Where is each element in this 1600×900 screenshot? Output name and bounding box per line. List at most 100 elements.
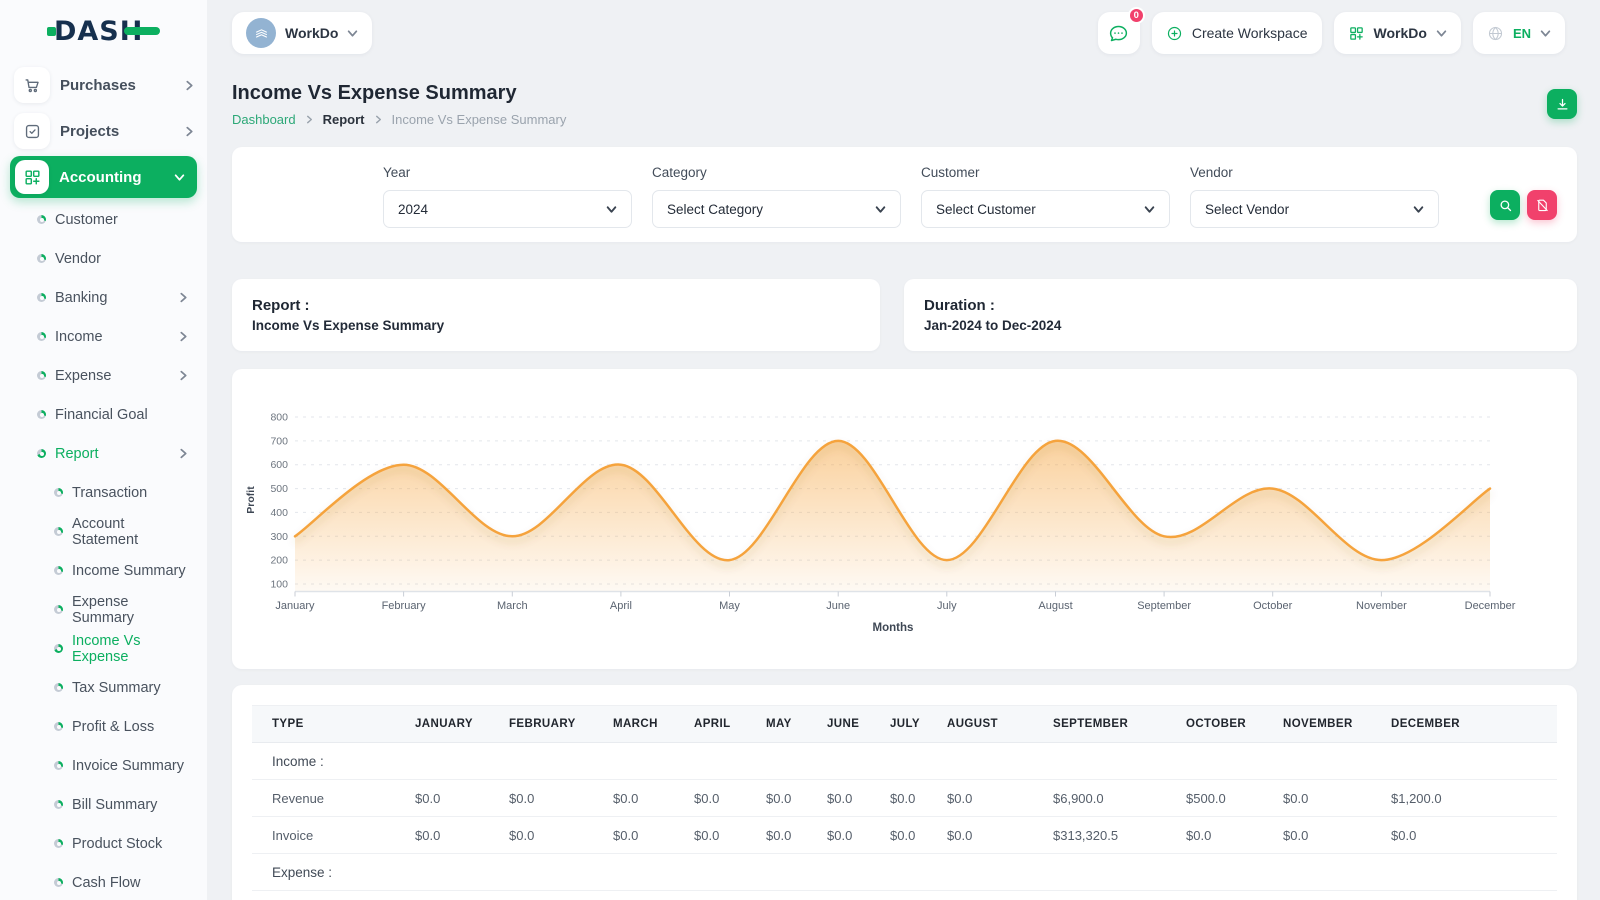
table-cell: $0.0 (827, 780, 890, 817)
table-cell: $1,200.0 (1391, 780, 1557, 817)
download-button[interactable] (1547, 89, 1577, 119)
chevron-right-icon (178, 448, 189, 459)
reset-filter-button[interactable] (1527, 190, 1557, 220)
svg-text:Months: Months (873, 622, 914, 634)
year-select[interactable]: 2024 (383, 190, 632, 228)
download-icon (1555, 97, 1570, 112)
cart-icon (14, 67, 50, 103)
table-cell: $0.0 (509, 780, 613, 817)
bullet-icon (37, 293, 46, 302)
create-workspace-button[interactable]: Create Workspace (1152, 12, 1322, 54)
sidebar-item-income-summary[interactable]: Income Summary (0, 551, 207, 590)
svg-text:February: February (382, 600, 427, 612)
chat-icon (1108, 23, 1129, 44)
bullet-icon (54, 605, 63, 614)
tasks-icon (14, 113, 50, 149)
filter-fields: Year 2024 Category Select Category Custo… (383, 165, 1439, 224)
table-cell: $0.0 (947, 817, 1053, 854)
bullet-icon (54, 683, 63, 692)
customer-select[interactable]: Select Customer (921, 190, 1170, 228)
income-expense-chart: 100200300400500600700800 JanuaryFebruary… (232, 369, 1577, 669)
sidebar-item-projects[interactable]: Projects (0, 108, 207, 154)
chevron-right-icon (178, 292, 189, 303)
svg-text:200: 200 (270, 555, 288, 567)
svg-text:300: 300 (270, 531, 288, 543)
table-cell: $0.0 (890, 817, 947, 854)
bullet-icon (54, 722, 63, 731)
sidebar-item-account-statement[interactable]: Account Statement (0, 512, 207, 551)
chevron-down-icon (347, 28, 358, 39)
table-cell: $0.0 (766, 780, 827, 817)
duration-summary-card: Duration : Jan-2024 to Dec-2024 (904, 279, 1577, 351)
breadcrumb: Dashboard Report Income Vs Expense Summa… (232, 112, 566, 127)
sidebar-item-vendor[interactable]: Vendor (0, 239, 207, 278)
income-expense-chart-card: 100200300400500600700800 JanuaryFebruary… (232, 369, 1577, 669)
bullet-icon (37, 449, 46, 458)
apply-filter-button[interactable] (1490, 190, 1520, 220)
vendor-select[interactable]: Select Vendor (1190, 190, 1439, 228)
sidebar-item-expense[interactable]: Expense (0, 356, 207, 395)
breadcrumb-report[interactable]: Report (323, 112, 365, 127)
sidebar-item-customer[interactable]: Customer (0, 200, 207, 239)
breadcrumb-dashboard[interactable]: Dashboard (232, 112, 296, 127)
chevron-right-icon (305, 115, 314, 124)
messages-button[interactable]: 0 (1098, 12, 1140, 54)
app-logo[interactable]: DASH (0, 0, 207, 62)
filter-actions (1490, 190, 1557, 220)
language-selector[interactable]: EN (1473, 12, 1565, 54)
bullet-icon (54, 566, 63, 575)
sidebar-item-financial-goal[interactable]: Financial Goal (0, 395, 207, 434)
bullet-icon (37, 215, 46, 224)
report-value: Income Vs Expense Summary (252, 318, 860, 333)
sidebar-item-purchases[interactable]: Purchases (0, 62, 207, 108)
search-icon (1498, 198, 1513, 213)
table-cell: $0.0 (1283, 817, 1391, 854)
chevron-right-icon (184, 80, 195, 91)
sidebar-item-product-stock[interactable]: Product Stock (0, 824, 207, 863)
workspace-pill-label: WorkDo (285, 25, 338, 41)
sidebar-item-profit-loss[interactable]: Profit & Loss (0, 707, 207, 746)
table-cell: $6,900.0 (1053, 780, 1186, 817)
app-logo-text: DASH (54, 18, 143, 45)
workspace-switcher[interactable]: WorkDo (1334, 12, 1461, 54)
svg-text:December: December (1465, 600, 1516, 612)
column-header-april: APRIL (694, 706, 766, 743)
sidebar-nav: Purchases Projects Accounting Customer V… (0, 62, 207, 900)
chevron-right-icon (178, 331, 189, 342)
sidebar-item-bill-summary[interactable]: Bill Summary (0, 785, 207, 824)
svg-text:600: 600 (270, 459, 288, 471)
chevron-down-icon (1144, 204, 1155, 215)
sidebar-item-tax-summary[interactable]: Tax Summary (0, 668, 207, 707)
svg-text:October: October (1253, 600, 1292, 612)
chevron-down-icon (1436, 28, 1447, 39)
workspace-pill[interactable]: WorkDo (232, 12, 372, 54)
sidebar-item-report[interactable]: Report (0, 434, 207, 473)
chevron-right-icon (178, 370, 189, 381)
bullet-icon (37, 254, 46, 263)
chevron-right-icon (184, 126, 195, 137)
sidebar-item-income[interactable]: Income (0, 317, 207, 356)
table-cell: $0.0 (1186, 817, 1283, 854)
svg-text:January: January (275, 600, 315, 612)
svg-text:July: July (937, 600, 957, 612)
sidebar-item-transaction[interactable]: Transaction (0, 473, 207, 512)
bullet-icon (54, 761, 63, 770)
duration-label: Duration : (924, 297, 1557, 314)
category-select[interactable]: Select Category (652, 190, 901, 228)
sidebar-item-invoice-summary[interactable]: Invoice Summary (0, 746, 207, 785)
svg-text:Profit: Profit (245, 486, 257, 514)
filter-panel: Year 2024 Category Select Category Custo… (232, 147, 1577, 242)
sidebar-item-banking[interactable]: Banking (0, 278, 207, 317)
svg-text:400: 400 (270, 507, 288, 519)
sidebar-item-cash-flow[interactable]: Cash Flow (0, 863, 207, 900)
sidebar-item-income-vs-expense[interactable]: Income Vs Expense (0, 629, 207, 668)
chevron-down-icon (875, 204, 886, 215)
bullet-icon (37, 332, 46, 341)
table-header-row: TYPEJANUARYFEBRUARYMARCHAPRILMAYJUNEJULY… (252, 706, 1557, 743)
sidebar-item-accounting[interactable]: Accounting (10, 156, 197, 198)
sidebar-item-expense-summary[interactable]: Expense Summary (0, 590, 207, 629)
file-off-icon (1535, 198, 1550, 213)
plus-circle-icon (1166, 25, 1183, 42)
table-cell: $0.0 (1391, 817, 1557, 854)
table-cell: $500.0 (1186, 780, 1283, 817)
